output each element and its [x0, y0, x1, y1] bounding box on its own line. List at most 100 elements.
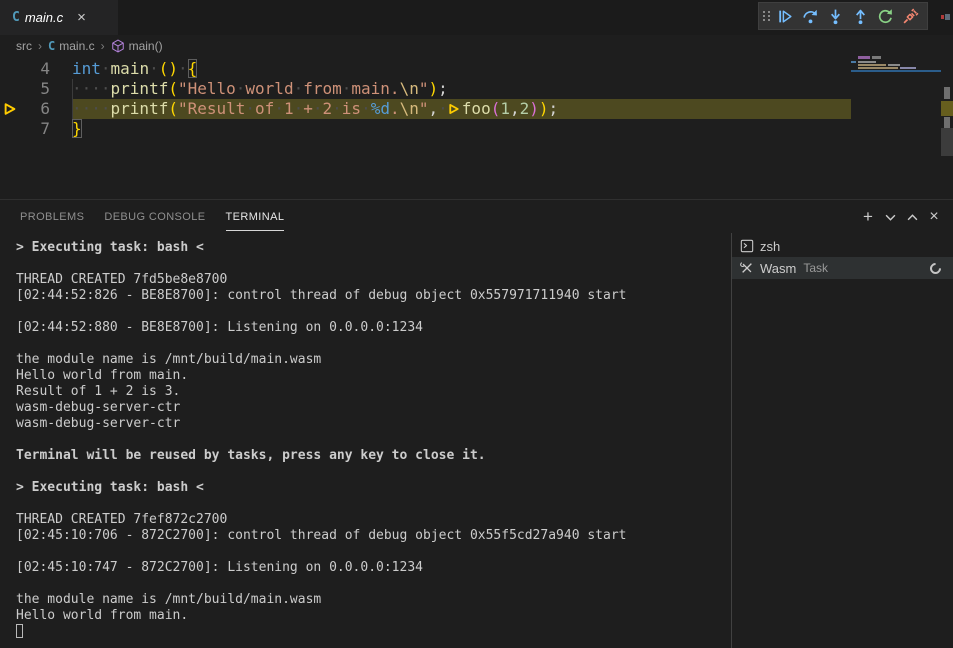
debug-step-out-button[interactable] [848, 4, 873, 28]
c-file-icon: C [48, 39, 55, 53]
code-text: int·main·()·{ [72, 59, 197, 79]
tools-icon [740, 261, 754, 275]
panel-actions: + × [857, 206, 945, 228]
terminal-item-zsh[interactable]: zsh [732, 235, 953, 257]
terminal-line: Hello world from main. [16, 608, 731, 624]
code-text: ····printf("Result·of·1·+·2·is·%d.\n",·f… [72, 99, 851, 119]
new-terminal-button[interactable]: + [857, 206, 879, 228]
terminal-line: THREAD CREATED 7fd5be8e8700 [16, 272, 731, 288]
minimap-block [872, 56, 881, 59]
tab-problems[interactable]: PROBLEMS [20, 202, 84, 231]
terminal-line [16, 336, 731, 352]
glyph-margin [0, 79, 24, 99]
code-line[interactable]: 6····printf("Result·of·1·+·2·is·%d.\n",·… [0, 99, 851, 119]
token: · [294, 99, 304, 118]
token: " [419, 99, 429, 118]
breadcrumb-separator: › [38, 39, 42, 53]
code-editor[interactable]: 4int·main·()·{5····printf("Hello·world·f… [0, 57, 953, 199]
terminal-dropdown-button[interactable] [879, 206, 901, 228]
maximize-panel-button[interactable] [901, 206, 923, 228]
terminal-icon [740, 239, 754, 253]
toolbar-drag-handle-icon[interactable] [763, 11, 771, 21]
c-file-icon: C [12, 10, 20, 25]
minimap-block [858, 64, 886, 66]
token: . [390, 99, 400, 118]
tab-main-c[interactable]: C main.c × [0, 0, 118, 35]
token: 2 [323, 99, 333, 118]
token: { [188, 59, 198, 78]
code-text: ····printf("Hello·world·from·main.\n"); [72, 79, 448, 99]
tab-title: main.c [25, 10, 63, 25]
token: · [274, 99, 284, 118]
artifact-dot [941, 15, 944, 19]
terminal-line: Terminal will be reused by tasks, press … [16, 448, 731, 464]
terminal-item-wasm-task[interactable]: Wasm Task [732, 257, 953, 279]
tab-debug-console[interactable]: DEBUG CONSOLE [104, 202, 205, 231]
overview-ruler-scrollbar[interactable] [941, 57, 953, 199]
debug-restart-button[interactable] [873, 4, 898, 28]
minimap[interactable] [851, 57, 941, 199]
breadcrumb-item-src[interactable]: src [16, 39, 32, 53]
line-number: 7 [24, 119, 50, 139]
terminal-line [16, 496, 731, 512]
token: "Result [178, 99, 245, 118]
token: ) [529, 99, 539, 118]
token: \n [400, 99, 419, 118]
code-text: } [72, 119, 82, 139]
terminal-line: > Executing task: bash < [16, 480, 731, 496]
run-pointer-icon[interactable] [448, 100, 462, 120]
tab-terminal[interactable]: TERMINAL [226, 202, 285, 231]
token: ( [491, 99, 501, 118]
terminal-line: Hello world from main. [16, 368, 731, 384]
terminal-output[interactable]: > Executing task: bash < THREAD CREATED … [0, 233, 731, 648]
line-number: 6 [24, 99, 50, 119]
token: ; [438, 79, 448, 98]
debug-continue-button[interactable] [773, 4, 798, 28]
chevron-down-icon [885, 212, 896, 223]
token: %d [371, 99, 390, 118]
debug-step-over-button[interactable] [798, 4, 823, 28]
token: int [72, 59, 101, 78]
terminal-list-sidebar: zsh Wasm Task [731, 233, 953, 648]
terminal-line: the module name is /mnt/build/main.wasm [16, 592, 731, 608]
step-out-icon [852, 8, 869, 25]
restart-icon [877, 8, 894, 25]
token: · [101, 59, 111, 78]
code-line[interactable]: 5····printf("Hello·world·from·main.\n"); [0, 79, 851, 99]
run-pointer-icon [448, 103, 460, 115]
code-line[interactable]: 4int·main·()·{ [0, 59, 851, 79]
token: · [313, 99, 323, 118]
token: } [72, 119, 82, 138]
ruler-marker [941, 128, 953, 156]
breadcrumb: src › C main.c › main() [0, 35, 953, 57]
terminal-line: [02:44:52:826 - BE8E8700]: control threa… [16, 288, 731, 304]
breadcrumb-item-file[interactable]: C main.c [48, 39, 95, 53]
token: main. [351, 79, 399, 98]
token: · [236, 79, 246, 98]
token: printf [111, 99, 169, 118]
glyph-margin [0, 119, 24, 139]
minimap-block [858, 56, 870, 59]
terminal-line [16, 576, 731, 592]
tab-close-icon[interactable]: × [77, 10, 86, 25]
terminal-line [16, 544, 731, 560]
token: 1 [284, 99, 294, 118]
bottom-panel: PROBLEMS DEBUG CONSOLE TERMINAL + × > Ex… [0, 199, 953, 647]
token: · [332, 99, 342, 118]
terminal-cursor [16, 624, 23, 638]
editor-tab-bar: C main.c × [0, 0, 953, 35]
debug-step-into-button[interactable] [823, 4, 848, 28]
breadcrumb-item-symbol[interactable]: main() [111, 39, 163, 53]
code-line[interactable]: 7} [0, 119, 851, 139]
token: · [342, 79, 352, 98]
disconnect-icon [902, 8, 919, 25]
terminal-line: > Executing task: bash < [16, 240, 731, 256]
token: from [303, 79, 342, 98]
close-panel-button[interactable]: × [923, 206, 945, 228]
terminal-line: wasm-debug-server-ctr [16, 400, 731, 416]
terminal-line: THREAD CREATED 7fef872c2700 [16, 512, 731, 528]
terminal-line: [02:44:52:880 - BE8E8700]: Listening on … [16, 320, 731, 336]
debug-disconnect-button[interactable] [898, 4, 923, 28]
token: + [303, 99, 313, 118]
token: ( [168, 79, 178, 98]
